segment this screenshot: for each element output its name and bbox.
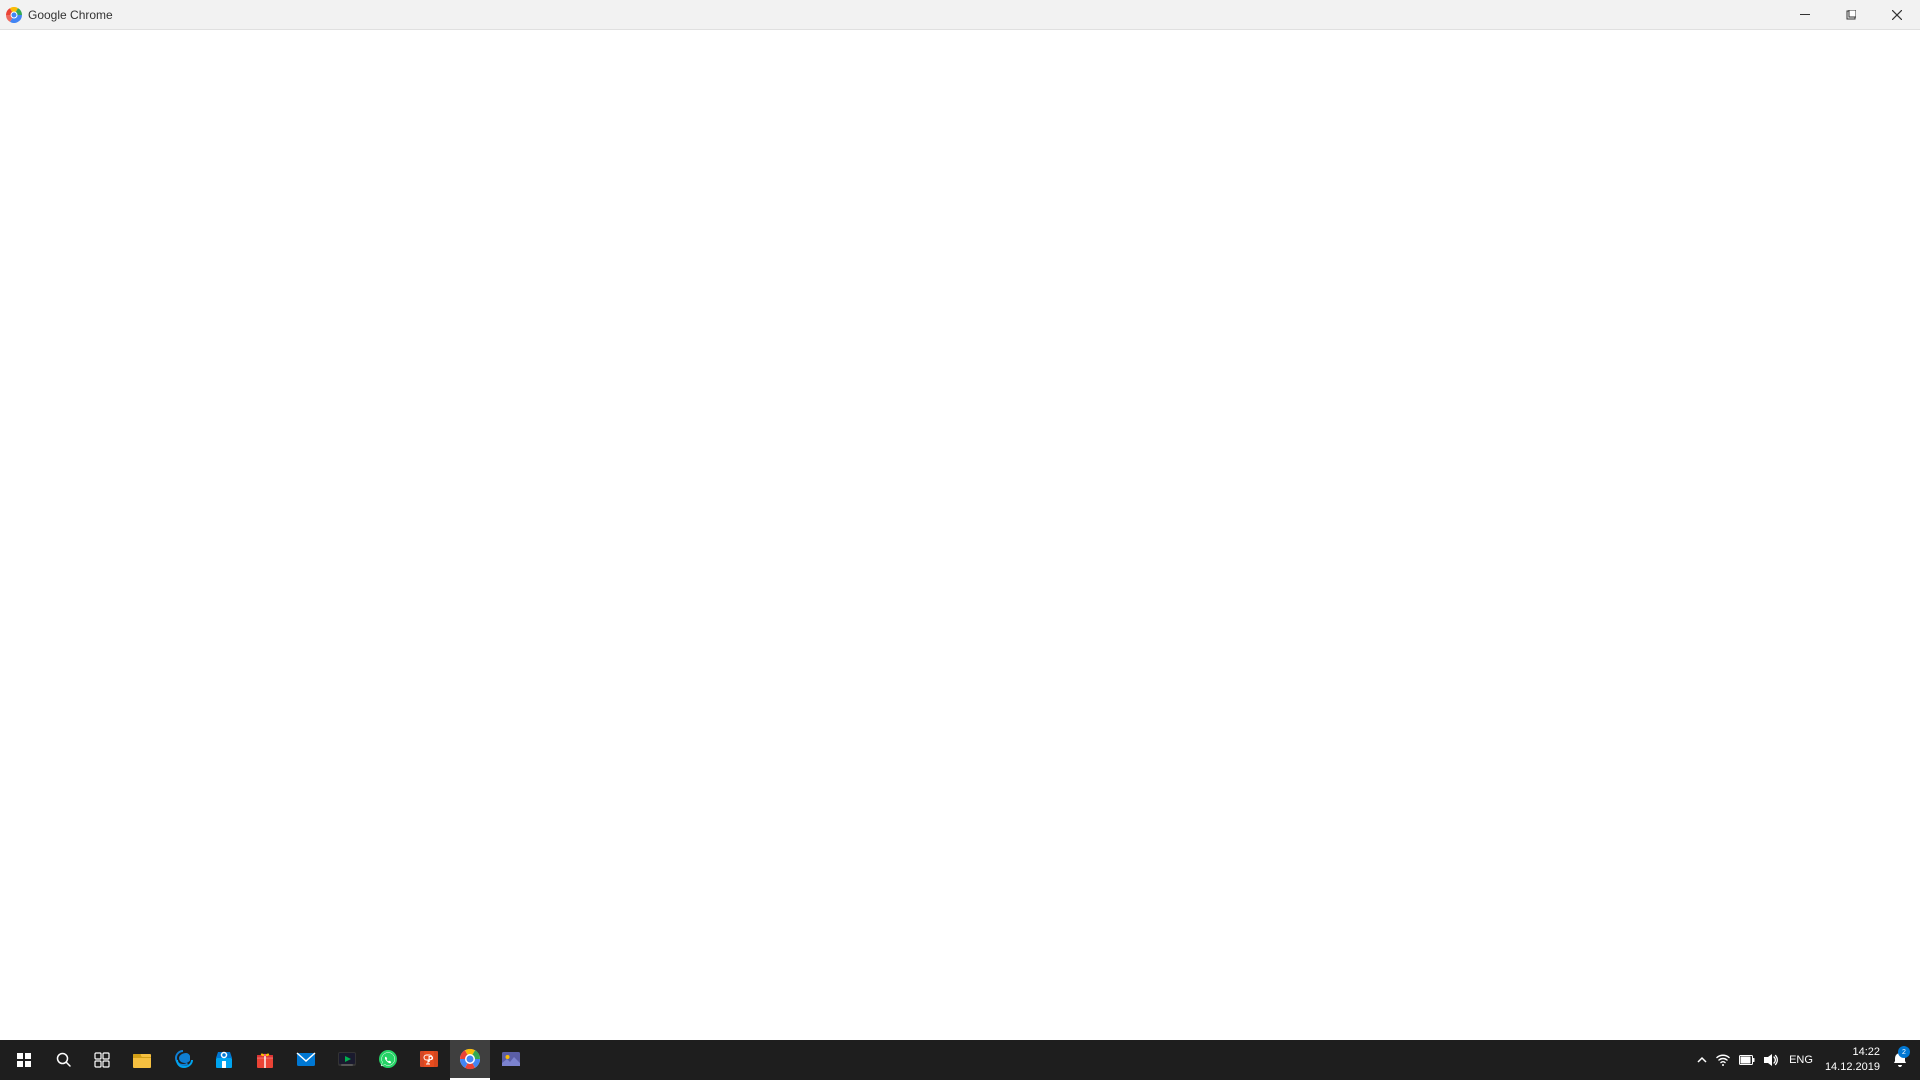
maximize-button[interactable] xyxy=(1828,0,1874,30)
chrome-logo-icon xyxy=(6,7,22,23)
taskbar-app-file-explorer[interactable] xyxy=(122,1040,162,1080)
volume-icon[interactable] xyxy=(1761,1050,1781,1070)
task-view-button[interactable] xyxy=(84,1040,120,1080)
systray-icons xyxy=(1713,1050,1781,1070)
whatsapp-icon xyxy=(377,1048,399,1070)
task-view-icon xyxy=(94,1052,110,1068)
powerpoint-icon: P xyxy=(418,1048,440,1070)
taskbar-app-powerpoint[interactable]: P xyxy=(409,1040,449,1080)
taskbar-clock[interactable]: 14:22 14.12.2019 xyxy=(1821,1040,1884,1080)
title-bar-controls xyxy=(1782,0,1920,29)
title-bar: Google Chrome xyxy=(0,0,1920,30)
gift-icon xyxy=(254,1048,276,1070)
taskbar-app-store[interactable] xyxy=(204,1040,244,1080)
file-explorer-icon xyxy=(131,1048,153,1070)
chevron-up-icon xyxy=(1697,1055,1707,1065)
photos-icon xyxy=(500,1048,522,1070)
taskbar-right: ENG 14:22 14.12.2019 2 xyxy=(1695,1040,1916,1080)
mail-icon xyxy=(295,1048,317,1070)
taskbar-app-whatsapp[interactable] xyxy=(368,1040,408,1080)
browser-content xyxy=(0,30,1920,1040)
taskbar-app-edge[interactable] xyxy=(163,1040,203,1080)
battery-icon[interactable] xyxy=(1737,1050,1757,1070)
window-title: Google Chrome xyxy=(28,8,113,22)
windows-icon xyxy=(17,1053,31,1067)
media-icon xyxy=(336,1048,358,1070)
systray-expand-button[interactable] xyxy=(1695,1045,1709,1075)
title-bar-left: Google Chrome xyxy=(0,7,113,23)
network-icon[interactable] xyxy=(1713,1050,1733,1070)
store-icon xyxy=(213,1048,235,1070)
clock-time: 14:22 xyxy=(1852,1045,1880,1060)
taskbar-apps: P xyxy=(122,1040,1693,1080)
taskbar-app-chrome[interactable] xyxy=(450,1040,490,1080)
edge-icon xyxy=(172,1048,194,1070)
taskbar-app-photos[interactable] xyxy=(491,1040,531,1080)
taskbar-app-gift[interactable] xyxy=(245,1040,285,1080)
minimize-button[interactable] xyxy=(1782,0,1828,30)
language-indicator[interactable]: ENG xyxy=(1785,1054,1817,1066)
taskbar-app-media[interactable] xyxy=(327,1040,367,1080)
taskbar-app-mail[interactable] xyxy=(286,1040,326,1080)
close-button[interactable] xyxy=(1874,0,1920,30)
chrome-taskbar-icon xyxy=(459,1048,481,1070)
taskbar-search-button[interactable] xyxy=(46,1040,82,1080)
clock-date: 14.12.2019 xyxy=(1825,1060,1880,1075)
notification-button[interactable]: 2 xyxy=(1888,1040,1912,1080)
taskbar: P xyxy=(0,1040,1920,1080)
start-button[interactable] xyxy=(4,1040,44,1080)
search-icon xyxy=(56,1052,72,1068)
notification-badge: 2 xyxy=(1898,1046,1910,1058)
